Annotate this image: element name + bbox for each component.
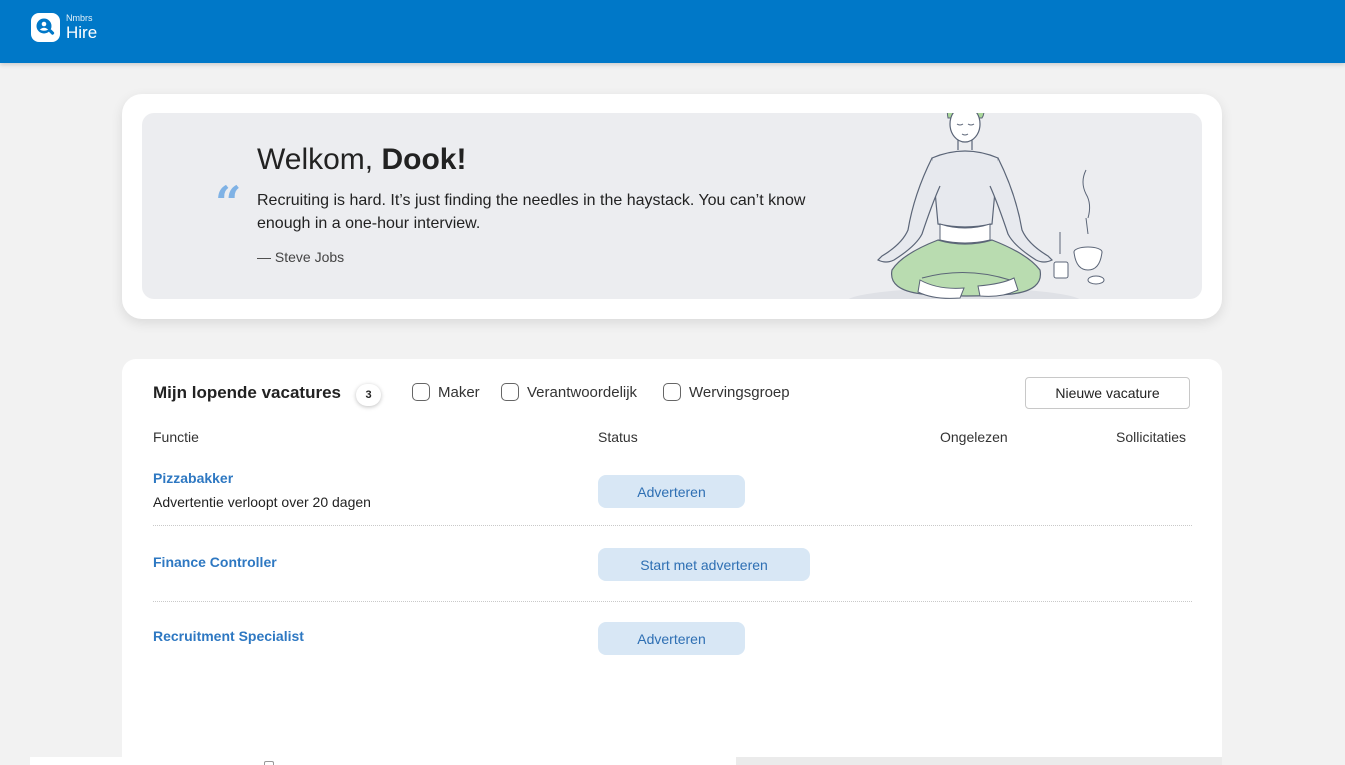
welcome-greeting: Welkom, [257, 143, 374, 176]
meditating-person-illustration [848, 113, 1105, 299]
top-navigation-bar: Nmbrs Hire [0, 0, 1345, 63]
user-name: Dook! [381, 143, 467, 176]
table-row: Finance Controller Start met adverteren [153, 548, 1192, 594]
bottom-panel-left [30, 757, 736, 765]
filter-maker[interactable]: Maker [412, 383, 480, 401]
brand-text: Nmbrs Hire [66, 13, 98, 42]
table-row: Recruitment Specialist Adverteren [153, 622, 1192, 668]
checkbox-icon [264, 761, 274, 765]
brand-big-text: Hire [66, 23, 98, 42]
column-header-applications: Sollicitaties [1116, 429, 1187, 445]
column-header-status: Status [598, 429, 638, 445]
column-header-function: Functie [153, 429, 199, 445]
brand-small-text: Nmbrs [66, 13, 93, 23]
vacancy-subtitle: Advertentie verloopt over 20 dagen [153, 494, 371, 510]
quote-author: — Steve Jobs [257, 249, 345, 265]
filter-verantwoordelijk[interactable]: Verantwoordelijk [501, 383, 637, 401]
filter-verantwoordelijk-checkbox[interactable] [501, 383, 519, 401]
vacancy-title-link[interactable]: Pizzabakker [153, 470, 233, 486]
vacancies-title: Mijn lopende vacatures [153, 383, 341, 402]
advertise-button[interactable]: Adverteren [598, 622, 745, 655]
vacancies-count-badge: 3 [356, 384, 381, 406]
new-vacancy-button[interactable]: Nieuwe vacature [1025, 377, 1190, 409]
nmbrs-hire-logo[interactable]: Nmbrs Hire [31, 13, 97, 42]
quote-mark-icon: “ [215, 176, 242, 230]
start-advertising-button[interactable]: Start met adverteren [598, 548, 810, 581]
vacancies-card: Mijn lopende vacatures 3 Maker Verantwoo… [122, 359, 1222, 765]
welcome-heading: Welkom, Dook! [257, 143, 466, 177]
welcome-panel: Welkom, Dook! “ Recruiting is hard. It’s… [142, 113, 1202, 299]
advertise-button[interactable]: Adverteren [598, 475, 745, 508]
row-divider [153, 601, 1192, 602]
welcome-card: Welkom, Dook! “ Recruiting is hard. It’s… [122, 94, 1222, 319]
search-person-icon [31, 13, 60, 42]
bottom-panel-right [736, 757, 1222, 765]
vacancy-title-link[interactable]: Recruitment Specialist [153, 628, 304, 644]
table-row: Pizzabakker Advertentie verloopt over 20… [153, 470, 1192, 520]
filter-wervingsgroep[interactable]: Wervingsgroep [663, 383, 790, 401]
column-header-unread: Ongelezen [940, 429, 1008, 445]
filter-maker-checkbox[interactable] [412, 383, 430, 401]
filter-maker-label: Maker [438, 383, 480, 401]
vacancy-title-link[interactable]: Finance Controller [153, 554, 277, 570]
filter-wervingsgroep-checkbox[interactable] [663, 383, 681, 401]
row-divider [153, 525, 1192, 526]
filter-verantwoordelijk-label: Verantwoordelijk [527, 383, 638, 401]
filter-wervingsgroep-label: Wervingsgroep [689, 383, 790, 401]
quote-text: Recruiting is hard. It’s just finding th… [257, 192, 806, 232]
